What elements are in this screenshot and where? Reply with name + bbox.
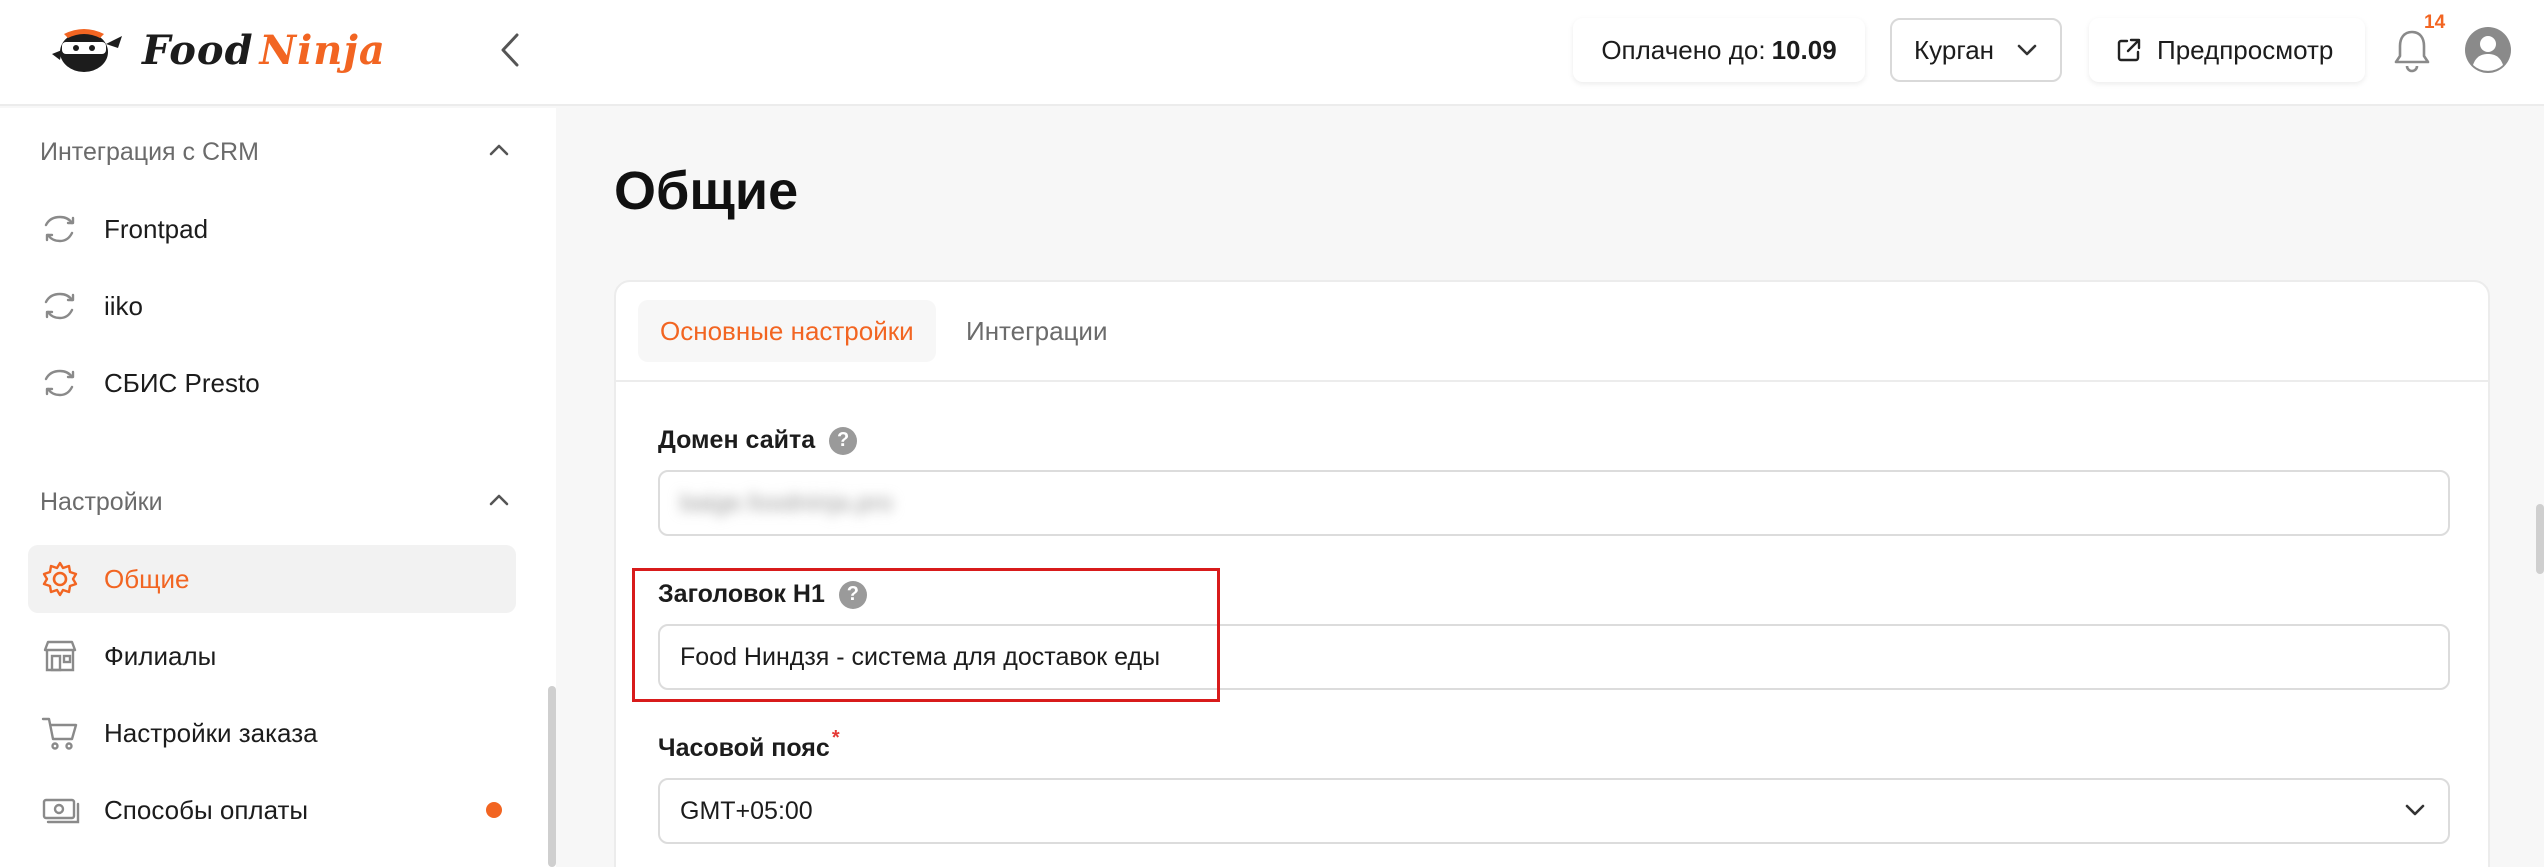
- sidebar-item-frontpad[interactable]: Frontpad: [28, 195, 516, 263]
- sidebar-item-order-settings[interactable]: Настройки заказа: [28, 699, 516, 767]
- sidebar-item-payment-methods[interactable]: Способы оплаты: [28, 776, 516, 844]
- cash-icon: [42, 798, 80, 824]
- ninja-logo-icon: [52, 29, 122, 72]
- chevron-up-icon: [489, 144, 509, 156]
- domain-input[interactable]: baige.foodninja.pro: [658, 470, 2450, 536]
- chevron-left-icon: [501, 33, 519, 67]
- timezone-label-text: Часовой пояс: [658, 734, 830, 762]
- sidebar-item-general[interactable]: Общие: [28, 545, 516, 613]
- paid-until-date: 10.09: [1771, 34, 1837, 65]
- sidebar-scrollbar[interactable]: [548, 686, 556, 867]
- domain-field-label: Домен сайта ?: [658, 426, 858, 455]
- sidebar-section-settings[interactable]: Настройки: [40, 482, 510, 522]
- sidebar-item-branches[interactable]: Филиалы: [28, 622, 516, 690]
- sidebar-item-label: Способы оплаты: [104, 794, 309, 825]
- store-icon: [43, 640, 77, 672]
- chevron-down-icon: [2017, 44, 2037, 56]
- cart-icon: [41, 717, 78, 750]
- user-avatar-icon: [2465, 27, 2511, 73]
- notifications-count-badge: 14: [2424, 12, 2446, 33]
- help-icon[interactable]: ?: [829, 426, 858, 455]
- sidebar-section-crm[interactable]: Интеграция с CRM: [40, 132, 510, 172]
- preview-button[interactable]: Предпросмотр: [2089, 18, 2365, 82]
- sidebar-item-sbis-presto[interactable]: СБИС Presto: [28, 349, 516, 417]
- required-asterisk: *: [831, 727, 840, 749]
- sidebar-section-label: Настройки: [40, 487, 163, 516]
- sidebar-item-label: СБИС Presto: [104, 367, 260, 398]
- timezone-select[interactable]: GMT+05:00: [658, 778, 2450, 844]
- sidebar-item-label: Общие: [104, 563, 190, 594]
- sync-icon: [44, 215, 75, 243]
- chevron-up-icon: [489, 494, 509, 506]
- sidebar-section-label: Интеграция с CRM: [40, 137, 259, 166]
- user-avatar[interactable]: [2464, 26, 2512, 74]
- timezone-field-label: Часовой пояс *: [658, 727, 840, 763]
- page-scrollbar[interactable]: [2536, 504, 2544, 574]
- tab-integrations[interactable]: Интеграции: [944, 300, 1129, 362]
- sidebar-item-label: Frontpad: [104, 213, 209, 244]
- domain-input-value: baige.foodninja.pro: [680, 488, 893, 517]
- sidebar-item-iiko[interactable]: iiko: [28, 272, 516, 340]
- sidebar: Интеграция с CRM Frontpad iiko СБИС Pres…: [0, 108, 556, 867]
- preview-button-label: Предпросмотр: [2157, 34, 2334, 65]
- sidebar-item-label: iiko: [104, 290, 144, 321]
- highlight-annotation-box: [632, 568, 1220, 702]
- notification-dot: [486, 802, 502, 818]
- sync-icon: [44, 369, 75, 397]
- domain-label-text: Домен сайта: [658, 426, 816, 454]
- collapse-sidebar-button[interactable]: [490, 28, 530, 72]
- sidebar-item-label: Настройки заказа: [104, 717, 318, 748]
- city-select[interactable]: Курган: [1890, 18, 2062, 82]
- tabs-bar: Основные настройки Интеграции: [616, 282, 2488, 382]
- logo-word-food: Food: [142, 26, 254, 74]
- sync-icon: [44, 292, 75, 320]
- top-header: Food Ninja Оплачено до: 10.09 Курган Пред…: [0, 0, 2544, 106]
- logo-word-ninja: Ninja: [259, 26, 386, 74]
- sidebar-item-label: Филиалы: [104, 640, 217, 671]
- gear-icon: [42, 561, 78, 597]
- paid-until-badge: Оплачено до: 10.09: [1573, 18, 1865, 82]
- external-link-icon: [2117, 38, 2141, 62]
- page-title: Общие: [614, 161, 799, 221]
- logo[interactable]: Food Ninja: [48, 20, 386, 80]
- paid-until-label: Оплачено до:: [1601, 34, 1766, 65]
- timezone-select-value: GMT+05:00: [680, 796, 813, 825]
- city-select-value: Курган: [1914, 34, 1995, 65]
- tab-main-settings[interactable]: Основные настройки: [638, 300, 936, 362]
- chevron-down-icon: [2405, 804, 2425, 816]
